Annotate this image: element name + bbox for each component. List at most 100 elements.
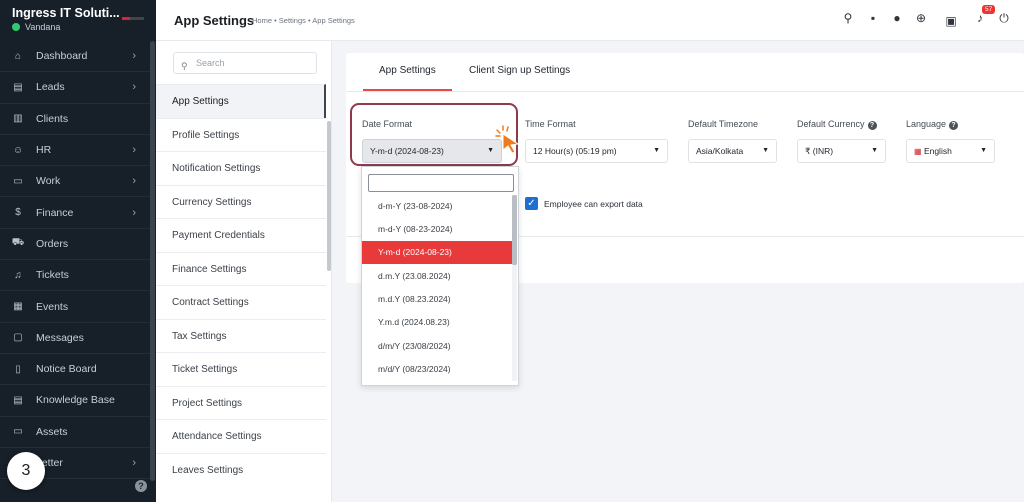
company-name[interactable]: Ingress IT Soluti... — [12, 6, 120, 20]
breadcrumb: Home • Settings • App Settings — [252, 16, 355, 25]
settings-menu: ⚲ Search App Settings Profile Settings No… — [156, 41, 332, 502]
checkbox-checked-icon[interactable]: ✓ — [525, 197, 538, 210]
settings-item-finance[interactable]: Finance Settings — [156, 252, 326, 286]
sidebar-item-notice-board[interactable]: ▯ Notice Board — [0, 354, 150, 386]
clock-icon[interactable]: ● — [890, 11, 904, 25]
headset-icon: ♫ — [14, 269, 22, 281]
time-format-select[interactable]: 12 Hour(s) (05:19 pm) ▼ — [525, 139, 668, 163]
chevron-right-icon: › — [132, 206, 136, 219]
date-option[interactable]: d.m.Y (23.08.2024) — [362, 265, 512, 288]
language-label-text: Language — [906, 119, 947, 129]
help-icon[interactable]: ? — [135, 480, 147, 492]
briefcase-icon: ▭ — [13, 175, 23, 187]
settings-item-profile[interactable]: Profile Settings — [156, 118, 326, 152]
message-icon: ▢ — [13, 332, 23, 344]
settings-item-tax[interactable]: Tax Settings — [156, 319, 326, 353]
chevron-right-icon: › — [132, 81, 136, 94]
date-option[interactable]: d-m-Y (23-08-2024) — [362, 195, 512, 218]
search-icon[interactable]: ⚲ — [841, 11, 855, 25]
cart-icon: ⛟ — [11, 237, 25, 249]
sidebar-item-label: Events — [36, 300, 69, 313]
sidebar-item-label: Work — [36, 175, 61, 188]
currency-select[interactable]: ₹ (INR) ▼ — [797, 139, 886, 163]
dropdown-search-input[interactable] — [368, 174, 514, 192]
settings-item-ticket[interactable]: Ticket Settings — [156, 352, 326, 386]
time-format-label: Time Format — [525, 119, 576, 129]
sidebar-item-clients[interactable]: ▥ Clients — [0, 104, 150, 135]
sidebar-item-label: Finance — [36, 206, 74, 219]
sidebar-scrollbar[interactable] — [150, 41, 155, 481]
currency-value: ₹ (INR) — [805, 146, 834, 156]
power-icon[interactable]: ⏻ — [997, 11, 1011, 25]
sidebar-item-orders[interactable]: ⛟ Orders — [0, 229, 150, 261]
settings-item-leaves[interactable]: Leaves Settings — [156, 453, 326, 487]
date-format-dropdown: d-m-Y (23-08-2024) m-d-Y (08-23-2024) Y-… — [361, 166, 519, 386]
tab-app-settings[interactable]: App Settings — [379, 65, 436, 84]
date-option[interactable]: Y.m.d (2024.08.23) — [362, 311, 512, 334]
sidebar: Ingress IT Soluti... Vandana ⌂ Dashboard ›… — [0, 0, 156, 502]
sidebar-item-tickets[interactable]: ♫ Tickets — [0, 260, 150, 292]
caret-down-icon: ▼ — [762, 147, 769, 154]
search-placeholder: Search — [196, 58, 225, 68]
language-value: English — [923, 146, 952, 156]
chevron-right-icon: › — [132, 144, 136, 157]
sidebar-item-label: Notice Board — [36, 363, 97, 376]
tab-client-signup[interactable]: Client Sign up Settings — [469, 65, 570, 84]
caret-down-icon: ▼ — [871, 147, 878, 154]
search-icon: ⚲ — [181, 61, 188, 71]
sidebar-item-leads[interactable]: ▤ Leads › — [0, 72, 150, 104]
sidebar-item-label: Knowledge Base — [36, 394, 115, 407]
sidebar-item-events[interactable]: ▦ Events — [0, 291, 150, 323]
sticky-note-icon[interactable]: ▪ — [866, 11, 880, 25]
users-icon: ☺ — [12, 144, 24, 156]
settings-item-app[interactable]: App Settings — [156, 84, 326, 118]
sidebar-item-label: Leads — [36, 81, 65, 94]
sidebar-item-label: Messages — [36, 331, 84, 344]
settings-item-contract[interactable]: Contract Settings — [156, 285, 326, 319]
currency-label-text: Default Currency — [797, 119, 865, 129]
sidebar-item-assets[interactable]: ▭ Assets — [0, 417, 150, 448]
highlight-frame — [350, 103, 518, 166]
sidebar-item-label: Orders — [36, 237, 69, 250]
chevron-right-icon: › — [132, 50, 136, 63]
sidebar-item-label: Dashboard — [36, 50, 88, 63]
timezone-label: Default Timezone — [688, 119, 759, 129]
settings-menu-scrollbar[interactable] — [327, 121, 331, 271]
sidebar-item-knowledge-base[interactable]: ▤ Knowledge Base — [0, 385, 150, 417]
date-option[interactable]: d/m/Y (23/08/2024) — [362, 335, 512, 358]
date-option[interactable]: m-d-Y (08-23-2024) — [362, 218, 512, 241]
sidebar-item-messages[interactable]: ▢ Messages — [0, 323, 150, 354]
sidebar-item-dashboard[interactable]: ⌂ Dashboard › — [0, 41, 150, 73]
uk-flag-icon: ▦ — [914, 147, 922, 156]
question-icon[interactable]: ? — [949, 121, 959, 130]
settings-item-project[interactable]: Project Settings — [156, 386, 326, 420]
sidebar-item-hr[interactable]: ☺ HR › — [0, 135, 150, 167]
timezone-select[interactable]: Asia/Kolkata ▼ — [688, 139, 777, 163]
language-select[interactable]: ▦ English ▼ — [906, 139, 995, 163]
timezone-value: Asia/Kolkata — [696, 146, 744, 156]
sidebar-item-label: Tickets — [36, 269, 69, 282]
sidebar-item-label: Assets — [36, 425, 68, 438]
date-option[interactable]: m/d/Y (08/23/2024) — [362, 358, 512, 381]
language-label: Language? — [906, 119, 959, 130]
question-icon[interactable]: ? — [867, 121, 877, 130]
sidebar-item-finance[interactable]: $ Finance › — [0, 197, 150, 229]
chevron-right-icon: › — [132, 175, 136, 188]
settings-item-attendance[interactable]: Attendance Settings — [156, 419, 326, 453]
page-title: App Settings — [174, 13, 255, 28]
settings-item-notification[interactable]: Notification Settings — [156, 151, 326, 185]
settings-item-payment[interactable]: Payment Credentials — [156, 218, 326, 252]
plus-circle-icon[interactable]: ⊕ — [914, 11, 928, 25]
settings-item-currency[interactable]: Currency Settings — [156, 185, 326, 219]
date-option-selected[interactable]: Y-m-d (2024-08-23) — [362, 241, 512, 265]
export-checkbox-row[interactable]: ✓ Employee can export data — [525, 197, 643, 210]
dropdown-scroll-thumb[interactable] — [512, 195, 517, 265]
settings-search-input[interactable]: ⚲ Search — [173, 52, 317, 74]
gift-icon[interactable]: ▣ — [944, 14, 958, 28]
user-name: Vandana — [25, 22, 61, 32]
sidebar-item-work[interactable]: ▭ Work › — [0, 166, 150, 198]
time-format-value: 12 Hour(s) (05:19 pm) — [533, 146, 617, 156]
date-option[interactable]: m.d.Y (08.23.2024) — [362, 288, 512, 311]
user-status: Vandana — [12, 22, 60, 32]
notification-badge: 57 — [982, 5, 996, 14]
